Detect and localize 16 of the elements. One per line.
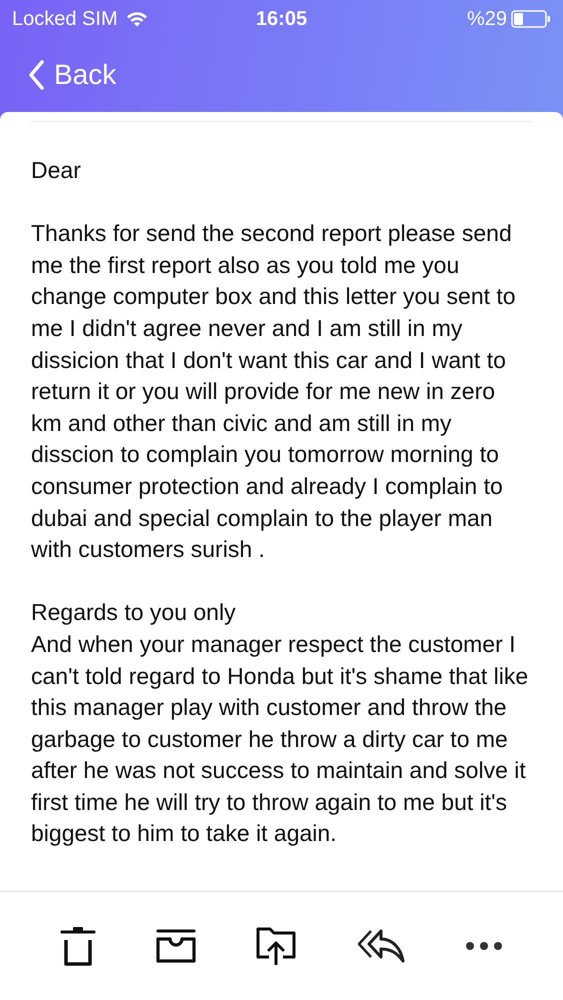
battery-percentage: %29 — [466, 8, 507, 30]
wifi-icon — [126, 11, 148, 27]
trash-icon[interactable] — [60, 926, 96, 966]
message-paragraph: And when your manager respect the customer I can't told regard to Honda but it's shame that like this manager play with customer and throw the garbage to customer he throw a dirty car to me after he was not success to maintain and solve it first time he will try to throw again to me but it's biggest to him to take it again. — [31, 630, 530, 848]
folder-upload-icon[interactable] — [256, 927, 296, 965]
message-paragraph: Dear — [31, 156, 82, 185]
more-icon[interactable] — [464, 941, 503, 951]
chevron-left-icon — [28, 60, 44, 90]
message-paragraph: Thanks for send the second report please send me the first report also as you told me you change computer box and this letter you sent to me I didn't agree never and I am still in my dissicion that I don't want this car and I want to return it or you will provide for me new in zero km and other than civic and am still in my disscion to complain you tomorrow morning to consumer protection and already I complain to dubai and special complain to the player man with customers surish . — [31, 219, 517, 564]
clock-time: 16:05 — [256, 8, 308, 30]
carrier-label: Locked SIM — [12, 8, 118, 30]
message-paragraph: Regards to you only — [31, 598, 237, 628]
back-button[interactable]: Back — [28, 59, 116, 91]
battery-icon — [511, 10, 551, 28]
reply-all-icon[interactable] — [356, 929, 405, 963]
archive-box-icon[interactable] — [156, 929, 196, 963]
